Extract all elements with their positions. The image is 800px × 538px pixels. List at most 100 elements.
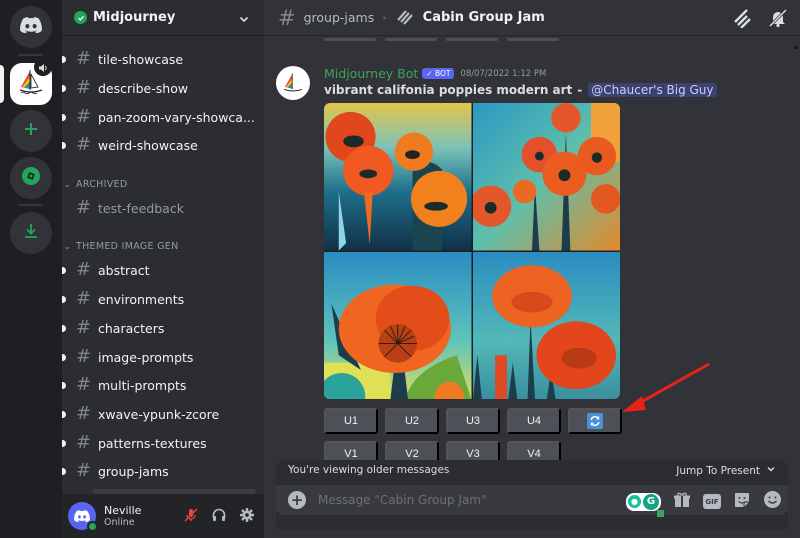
channel-label: weird-showcase: [98, 137, 198, 153]
category-archived[interactable]: ⌄ ARCHIVED: [64, 176, 127, 192]
category-label: THEMED IMAGE GEN: [76, 240, 179, 252]
channel-label: abstract: [98, 262, 150, 278]
notifications-muted-bell-icon[interactable]: [768, 8, 788, 32]
bot-badge: ✓ BOT: [422, 68, 455, 79]
channel-abstract[interactable]: # abstract: [62, 257, 258, 283]
message-input[interactable]: [318, 493, 588, 507]
image-tile-4[interactable]: [472, 251, 620, 399]
add-attachment-plus-icon[interactable]: +: [288, 491, 306, 509]
channel-label: pan-zoom-vary-showca...: [98, 109, 255, 125]
chat-scrollbar[interactable]: [794, 46, 798, 49]
rail-divider: [19, 54, 43, 56]
download-apps-button[interactable]: [10, 212, 52, 254]
category-themed-image-gen[interactable]: ⌄ THEMED IMAGE GEN: [64, 238, 178, 254]
composer-toolbar: ● G GIF: [626, 490, 782, 517]
jump-to-present-label: Jump To Present: [676, 464, 760, 477]
user-avatar[interactable]: [68, 502, 98, 532]
channel-characters[interactable]: # characters: [62, 315, 258, 341]
add-server-button[interactable]: [10, 110, 52, 152]
grammarly-widget[interactable]: ● G: [626, 492, 664, 517]
upscale-4-button[interactable]: U4: [507, 408, 561, 434]
message-author[interactable]: Midjourney Bot: [324, 66, 418, 81]
channel-label: image-prompts: [98, 349, 194, 365]
unread-indicator: [62, 354, 66, 361]
voice-active-badge: [34, 58, 52, 76]
message-timestamp: 08/07/2022 1:12 PM: [460, 68, 547, 79]
lightbulb-icon: ●: [628, 495, 641, 508]
channel-xwave-ypunk-zcore[interactable]: # xwave-ypunk-zcore: [62, 401, 258, 427]
previous-message-button: [446, 38, 498, 41]
channel-environments[interactable]: # environments: [62, 286, 258, 312]
download-icon: [23, 223, 39, 243]
channel-label: characters: [98, 320, 165, 336]
channel-label: multi-prompts: [98, 377, 187, 393]
settings-gear-icon[interactable]: [238, 506, 256, 524]
unread-indicator: [62, 325, 66, 332]
compass-icon: [21, 166, 41, 190]
explore-servers-button[interactable]: [10, 157, 52, 199]
channel-tile-showcase[interactable]: # tile-showcase: [62, 46, 258, 72]
unread-indicator: [62, 468, 66, 475]
bot-avatar[interactable]: [276, 66, 310, 100]
channel-pan-zoom-vary-showcase[interactable]: # pan-zoom-vary-showca...: [62, 104, 258, 130]
emoji-icon[interactable]: [763, 490, 782, 513]
refresh-icon: [587, 413, 603, 429]
channel-image-prompts[interactable]: # image-prompts: [62, 344, 258, 370]
text-channel-icon: #: [76, 317, 92, 338]
mic-muted-icon[interactable]: [182, 506, 200, 524]
channel-label: environments: [98, 291, 185, 307]
prompt-text: vibrant califonia poppies modern art: [324, 83, 573, 97]
channel-patterns-textures[interactable]: # patterns-textures: [62, 430, 258, 456]
server-header[interactable]: Midjourney: [62, 0, 264, 36]
headphones-icon[interactable]: [210, 506, 228, 524]
speaker-icon: [38, 58, 48, 77]
channel-group-jams[interactable]: # group-jams: [62, 458, 258, 484]
sticker-icon[interactable]: [733, 491, 751, 513]
header-toolbar: [732, 8, 788, 32]
thread-title: Cabin Group Jam: [422, 10, 545, 25]
user-mention[interactable]: @Chaucer's Big Guy: [588, 83, 717, 97]
channel-test-feedback[interactable]: # test-feedback: [70, 195, 258, 221]
user-info[interactable]: Neville Online: [104, 504, 141, 528]
channel-describe-show[interactable]: # describe-show: [62, 75, 258, 101]
discord-app: Midjourney # tile-showcase # describe-sh…: [0, 0, 800, 538]
image-tile-3[interactable]: [324, 251, 472, 399]
parent-channel-link[interactable]: group-jams: [304, 10, 375, 25]
channel-label: tile-showcase: [98, 51, 184, 67]
channel-label: xwave-ypunk-zcore: [98, 406, 220, 422]
jump-to-present-button[interactable]: Jump To Present: [676, 464, 776, 477]
upscale-1-button[interactable]: U1: [324, 408, 378, 434]
unread-indicator: [62, 56, 66, 63]
breadcrumb-separator-icon: ›: [382, 11, 387, 24]
previous-message-button: [507, 38, 559, 41]
gif-picker-button[interactable]: GIF: [703, 494, 721, 509]
unread-indicator: [62, 114, 66, 121]
text-channel-icon: #: [76, 288, 92, 309]
channel-weird-showcase[interactable]: # weird-showcase: [62, 132, 258, 158]
home-button[interactable]: [10, 6, 52, 48]
image-tile-1[interactable]: [324, 103, 472, 251]
server-rail: [0, 0, 62, 538]
caret-down-icon: ⌄: [64, 179, 72, 189]
channel-label: describe-show: [98, 80, 189, 96]
channel-label: patterns-textures: [98, 435, 207, 451]
image-grid-attachment[interactable]: [324, 103, 620, 399]
upscale-2-button[interactable]: U2: [385, 408, 439, 434]
threads-icon[interactable]: [732, 8, 754, 32]
channel-multi-prompts[interactable]: # multi-prompts: [62, 372, 258, 398]
verified-badge-icon: [74, 11, 87, 24]
chevron-down-icon[interactable]: [238, 10, 250, 29]
text-channel-icon: #: [76, 432, 92, 453]
text-channel-icon: #: [76, 77, 92, 98]
image-tile-2[interactable]: [472, 103, 620, 251]
category-label: ARCHIVED: [76, 178, 128, 190]
unread-indicator: [62, 142, 66, 149]
gift-icon[interactable]: [673, 491, 691, 513]
rail-divider: [19, 204, 43, 206]
thread-icon: [395, 7, 415, 29]
plus-icon: [23, 121, 39, 141]
channel-label: group-jams: [98, 463, 169, 479]
separator-text: -: [577, 83, 583, 97]
upscale-3-button[interactable]: U3: [446, 408, 500, 434]
unread-indicator: [62, 382, 66, 389]
